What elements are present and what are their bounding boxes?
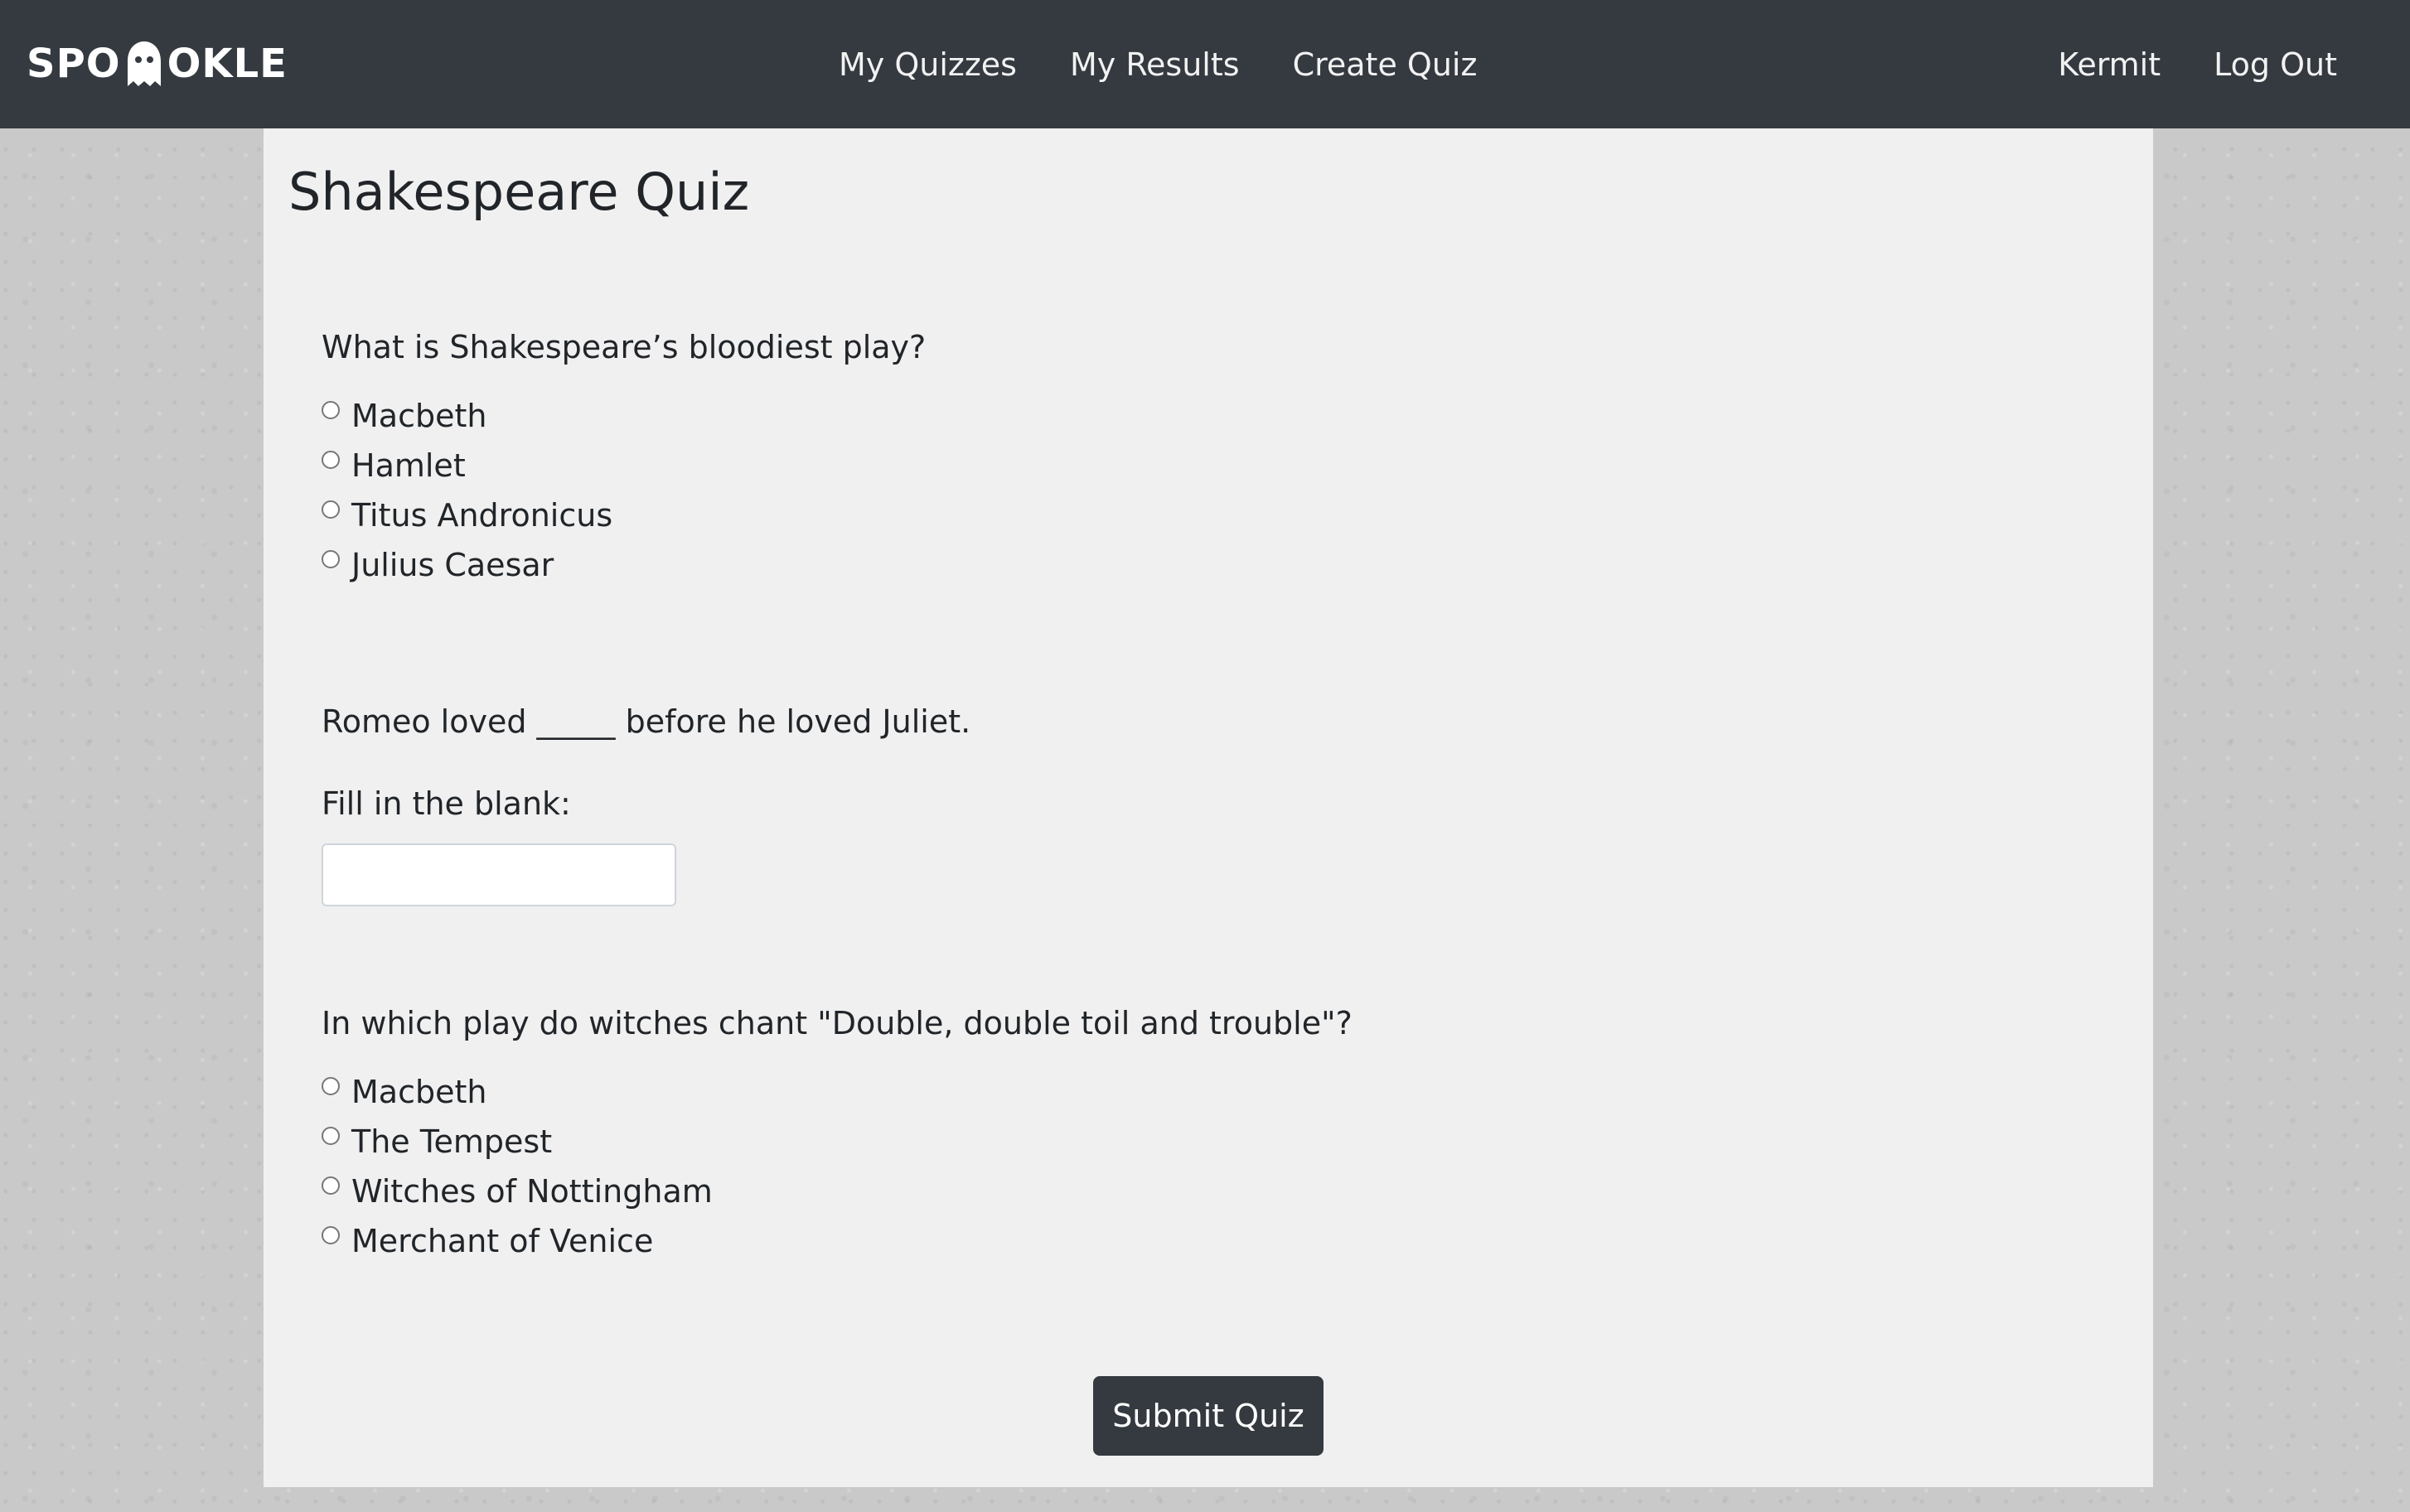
question-1-option-macbeth[interactable]: Macbeth [322,391,926,441]
fill-in-blank-label: Fill in the blank: [322,785,571,823]
question-1-option-julius-caesar[interactable]: Julius Caesar [322,540,926,590]
nav-my-quizzes[interactable]: My Quizzes [839,40,1017,89]
question-3-option-merchant-of-venice[interactable]: Merchant of Venice [322,1216,1353,1266]
option-label: Hamlet [351,447,466,485]
top-navbar: SPO OKLE My Quizzes My Results Create Qu… [0,0,2410,128]
radio-button[interactable] [322,1226,340,1245]
question-3-option-macbeth[interactable]: Macbeth [322,1067,1353,1117]
question-1-option-titus-andronicus[interactable]: Titus Andronicus [322,490,926,540]
question-3: In which play do witches chant "Double, … [322,1003,1353,1266]
nav-user-profile[interactable]: Kermit [2058,40,2161,89]
radio-button[interactable] [322,401,340,420]
option-label: The Tempest [351,1123,553,1161]
option-label: Titus Andronicus [351,497,613,534]
logo-text-left: SPO [27,41,121,87]
fill-in-blank-input[interactable] [322,843,676,906]
radio-button[interactable] [322,451,340,470]
nav-create-quiz[interactable]: Create Quiz [1293,40,1478,89]
question-1-option-hamlet[interactable]: Hamlet [322,441,926,490]
question-1-text: What is Shakespeare’s bloodiest play? [322,329,927,365]
submit-quiz-button[interactable]: Submit Quiz [1093,1376,1324,1456]
nav-my-results[interactable]: My Results [1070,40,1240,89]
spookle-logo[interactable]: SPO OKLE [27,38,288,89]
question-2-text: Romeo loved _____ before he loved Juliet… [322,703,971,740]
main-nav: My Quizzes My Results Create Quiz [839,40,1477,89]
option-label: Macbeth [351,398,487,435]
nav-log-out[interactable]: Log Out [2214,40,2337,89]
radio-button[interactable] [322,1127,340,1146]
option-label: Witches of Nottingham [351,1173,713,1210]
radio-button[interactable] [322,500,340,519]
ghost-icon [127,41,161,86]
option-label: Macbeth [351,1074,487,1111]
page-title: Shakespeare Quiz [288,162,750,222]
question-3-option-witches-of-nottingham[interactable]: Witches of Nottingham [322,1167,1353,1216]
radio-button[interactable] [322,1077,340,1096]
question-1: What is Shakespeare’s bloodiest play? Ma… [322,327,926,590]
question-3-options: Macbeth The Tempest Witches of Nottingha… [322,1067,1353,1266]
radio-button[interactable] [322,550,340,569]
option-label: Merchant of Venice [351,1223,654,1260]
user-nav: Kermit Log Out [2058,40,2337,89]
question-2: Romeo loved _____ before he loved Juliet… [322,702,970,906]
logo-text-right: OKLE [167,41,288,87]
quiz-panel: Shakespeare Quiz What is Shakespeare’s b… [264,128,2153,1487]
option-label: Julius Caesar [351,547,554,584]
question-3-text: In which play do witches chant "Double, … [322,1005,1353,1041]
question-3-option-the-tempest[interactable]: The Tempest [322,1117,1353,1167]
radio-button[interactable] [322,1176,340,1196]
question-1-options: Macbeth Hamlet Titus Andronicus Julius C… [322,391,926,590]
